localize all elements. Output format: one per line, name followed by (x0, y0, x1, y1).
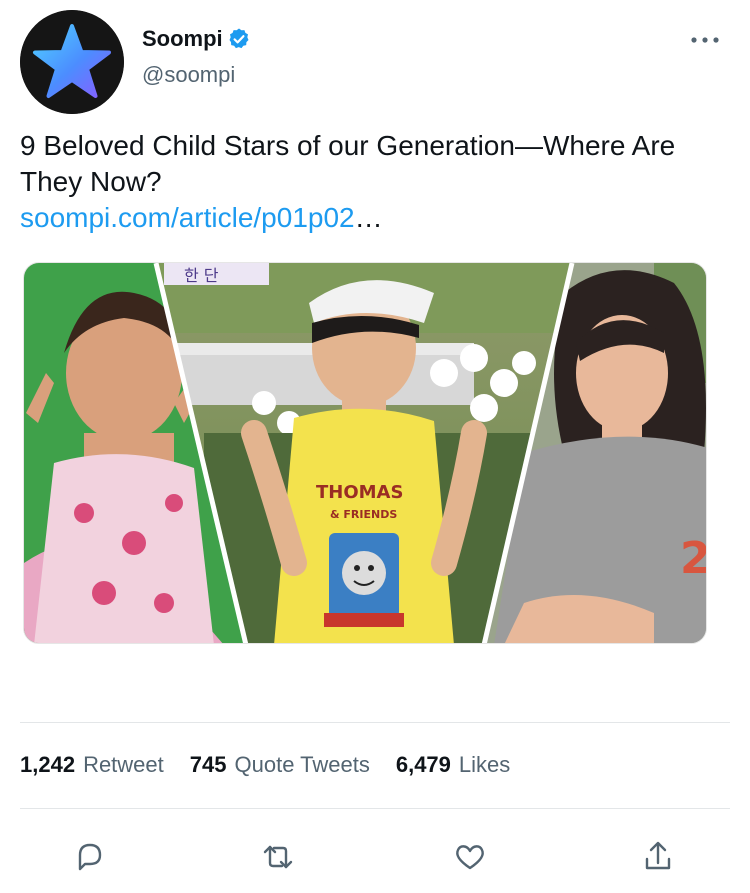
retweets-label: Retweet (83, 752, 164, 777)
avatar[interactable] (20, 10, 124, 114)
retweet-icon (263, 845, 293, 869)
reply-icon (78, 843, 102, 871)
retweets-count: 1,242 (20, 752, 76, 777)
banner-text: 한 단 (184, 266, 219, 285)
collage-image: 한 단 THOMAS & FRIENDS (24, 263, 707, 643)
reply-button[interactable] (68, 835, 112, 879)
retweet-button[interactable] (256, 835, 300, 879)
like-button[interactable] (448, 835, 492, 879)
tweet-stats: 1,242 Retweet 745 Quote Tweets 6,479 Lik… (20, 752, 536, 778)
quotes-stat[interactable]: 745 Quote Tweets (190, 752, 370, 778)
divider-bottom (20, 808, 730, 809)
likes-stat[interactable]: 6,479 Likes (396, 752, 510, 778)
likes-count: 6,479 (395, 752, 451, 777)
share-button[interactable] (636, 835, 680, 879)
media-image[interactable]: 한 단 THOMAS & FRIENDS (23, 262, 707, 644)
shirt-text-2: & FRIENDS (330, 508, 397, 521)
link-ellipsis: … (354, 202, 383, 233)
verified-badge-icon (227, 27, 251, 51)
action-bar (20, 835, 730, 879)
heart-icon (456, 845, 484, 870)
likes-label: Likes (458, 752, 511, 777)
shirt-number: 2 (680, 533, 707, 584)
tweet-header: Soompi @soompi (20, 10, 730, 114)
quotes-label: Quote Tweets (234, 752, 370, 777)
handle[interactable]: @soompi (142, 62, 235, 88)
tweet-link[interactable]: soompi.com/article/p01p02… (20, 200, 383, 236)
name-row: Soompi (142, 26, 251, 52)
quotes-count: 745 (189, 752, 227, 777)
retweets-stat[interactable]: 1,242 Retweet (20, 752, 164, 778)
divider-top (20, 722, 730, 723)
more-options-icon[interactable] (690, 34, 720, 46)
display-name[interactable]: Soompi (142, 26, 223, 52)
tweet-text: 9 Beloved Child Stars of our Generation—… (20, 130, 676, 197)
shirt-text-1: THOMAS (316, 482, 403, 503)
share-icon (645, 841, 671, 870)
link-url[interactable]: soompi.com/article/p01p02 (20, 202, 355, 233)
star-logo-icon (20, 10, 124, 114)
